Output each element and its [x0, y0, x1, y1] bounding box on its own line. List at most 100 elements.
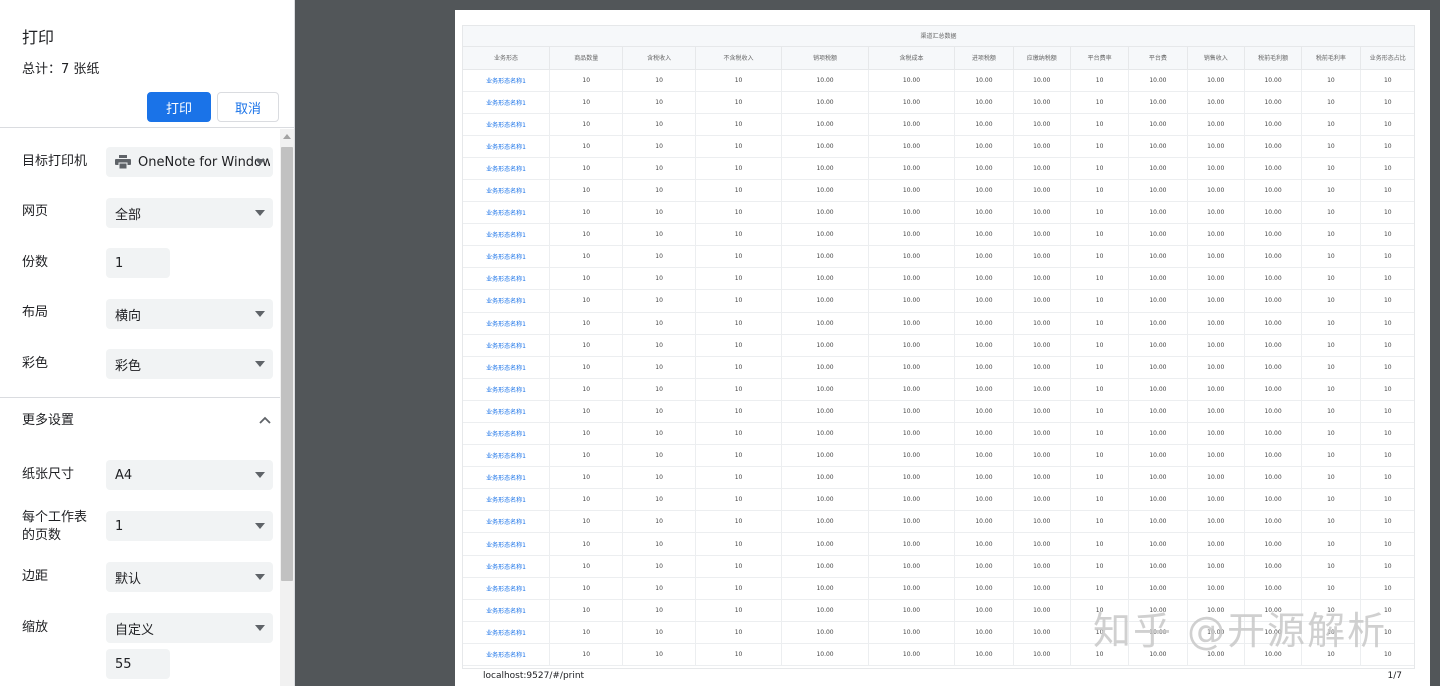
table-cell: 10.00 [1244, 378, 1303, 401]
table-cell-link[interactable]: 业务形态名称1 [463, 621, 550, 644]
table-cell-link[interactable]: 业务形态名称1 [463, 157, 550, 180]
table-cell-link[interactable]: 业务形态名称1 [463, 532, 550, 556]
table-cell-link[interactable]: 业务形态名称1 [463, 91, 550, 114]
table-cell: 10.00 [868, 223, 956, 247]
table-cell: 10.00 [868, 466, 956, 490]
table-cell: 10.00 [781, 599, 869, 622]
table-cell: 10 [1301, 422, 1361, 446]
table-cell-link[interactable]: 业务形态名称1 [463, 577, 550, 600]
table-cell: 10.00 [1187, 91, 1245, 114]
table-cell-link[interactable]: 业务形态名称1 [463, 312, 550, 335]
table-cell-link[interactable]: 业务形态名称1 [463, 267, 550, 291]
table-cell: 10.00 [781, 289, 869, 313]
table-cell-link[interactable]: 业务形态名称1 [463, 113, 550, 136]
table-cell: 10 [622, 201, 696, 225]
chevron-up-icon[interactable] [259, 416, 271, 424]
copies-input[interactable]: 1 [106, 248, 170, 278]
table-cell: 10 [695, 378, 783, 401]
table-cell: 10 [1301, 356, 1361, 379]
dropdown-arrow-icon [255, 361, 265, 367]
table-cell-link[interactable]: 业务形态名称1 [463, 444, 550, 468]
table-cell-link[interactable]: 业务形态名称1 [463, 334, 550, 357]
table-cell: 10.00 [781, 643, 869, 667]
table-cell: 10 [1301, 378, 1361, 401]
table-cell: 10.00 [1187, 113, 1245, 136]
table-cell: 10.00 [868, 69, 956, 92]
table-cell: 10 [695, 223, 783, 247]
table-cell: 10.00 [1244, 577, 1303, 600]
scale-custom-input[interactable]: 55 [106, 649, 170, 679]
table-cell: 10 [622, 223, 696, 247]
table-cell-link[interactable]: 业务形态名称1 [463, 223, 550, 247]
table-cell-link[interactable]: 业务形态名称1 [463, 356, 550, 379]
table-cell: 10.00 [1187, 223, 1245, 247]
pages-select[interactable]: 全部 [106, 198, 273, 228]
table-cell: 10.00 [1128, 312, 1188, 335]
table-cell: 10 [1070, 267, 1130, 291]
table-cell: 10.00 [1013, 621, 1071, 644]
table-cell-link[interactable]: 业务形态名称1 [463, 289, 550, 313]
table-cell-link[interactable]: 业务形态名称1 [463, 201, 550, 225]
table-cell-link[interactable]: 业务形态名称1 [463, 643, 550, 667]
table-cell: 10.00 [781, 577, 869, 600]
table-cell: 10 [622, 599, 696, 622]
table-cell: 10 [1070, 334, 1130, 357]
pages-per-sheet-select[interactable]: 1 [106, 511, 273, 541]
more-settings-toggle[interactable]: 更多设置 [22, 412, 74, 430]
destination-select[interactable]: OneNote for Windows [106, 147, 273, 177]
table-cell: 10.00 [1187, 69, 1245, 92]
scale-label: 缩放 [22, 620, 49, 635]
table-cell: 10 [695, 91, 783, 114]
table-cell: 10 [695, 422, 783, 446]
table-cell-link[interactable]: 业务形态名称1 [463, 510, 550, 534]
table-cell-link[interactable]: 业务形态名称1 [463, 179, 550, 203]
print-button[interactable]: 打印 [147, 92, 211, 122]
table-cell: 10 [1070, 135, 1130, 158]
margins-select[interactable]: 默认 [106, 562, 273, 592]
table-cell: 10 [1070, 532, 1130, 556]
table-cell: 10.00 [1244, 356, 1303, 379]
layout-select[interactable]: 横向 [106, 299, 273, 329]
table-cell: 10 [1360, 245, 1414, 269]
table-cell: 10.00 [1013, 532, 1071, 556]
table-cell-link[interactable]: 业务形态名称1 [463, 135, 550, 158]
table-cell-link[interactable]: 业务形态名称1 [463, 245, 550, 269]
table-cell: 10 [695, 69, 783, 92]
panel-title: 打印 [22, 28, 55, 47]
table-row: 业务形态名称1 10 10 10 10.00 10.00 10.00 10.00 10 10.00… [463, 488, 1414, 512]
table-cell: 10 [695, 621, 783, 644]
table-cell-link[interactable]: 业务形态名称1 [463, 400, 550, 424]
cancel-button[interactable]: 取消 [217, 92, 279, 122]
table-cell: 10 [549, 422, 624, 446]
table-cell-link[interactable]: 业务形态名称1 [463, 488, 550, 512]
color-select[interactable]: 彩色 [106, 349, 273, 379]
table-cell: 10.00 [1244, 135, 1303, 158]
table-cell-link[interactable]: 业务形态名称1 [463, 422, 550, 446]
table-cell-link[interactable]: 业务形态名称1 [463, 466, 550, 490]
table-cell: 10 [1360, 444, 1414, 468]
table-cell: 10.00 [1013, 488, 1071, 512]
table-cell-link[interactable]: 业务形态名称1 [463, 555, 550, 578]
dropdown-arrow-icon [255, 472, 265, 478]
scrollbar-thumb[interactable] [281, 147, 293, 581]
table-cell: 10.00 [1128, 245, 1188, 269]
table-cell: 10 [622, 267, 696, 291]
table-cell: 10.00 [1013, 135, 1071, 158]
table-header-cell: 平台费率 [1070, 47, 1130, 70]
scale-select[interactable]: 自定义 [106, 613, 273, 643]
scroll-up-arrow-icon[interactable] [283, 134, 291, 139]
table-cell-link[interactable]: 业务形态名称1 [463, 69, 550, 92]
sheet-count: 总计：7 张纸 [22, 62, 100, 77]
table-cell: 10.00 [1128, 91, 1188, 114]
paper-size-select[interactable]: A4 [106, 460, 273, 490]
table-cell-link[interactable]: 业务形态名称1 [463, 599, 550, 622]
table-cell-link[interactable]: 业务形态名称1 [463, 378, 550, 401]
table-row: 业务形态名称1 10 10 10 10.00 10.00 10.00 10.00 10 10.00… [463, 510, 1414, 534]
dropdown-arrow-icon [255, 311, 265, 317]
table-cell: 10.00 [781, 113, 869, 136]
table-cell: 10 [549, 555, 624, 578]
table-cell: 10.00 [1187, 532, 1245, 556]
table-cell: 10 [622, 532, 696, 556]
table-cell: 10.00 [954, 643, 1014, 667]
table-cell: 10.00 [781, 179, 869, 203]
